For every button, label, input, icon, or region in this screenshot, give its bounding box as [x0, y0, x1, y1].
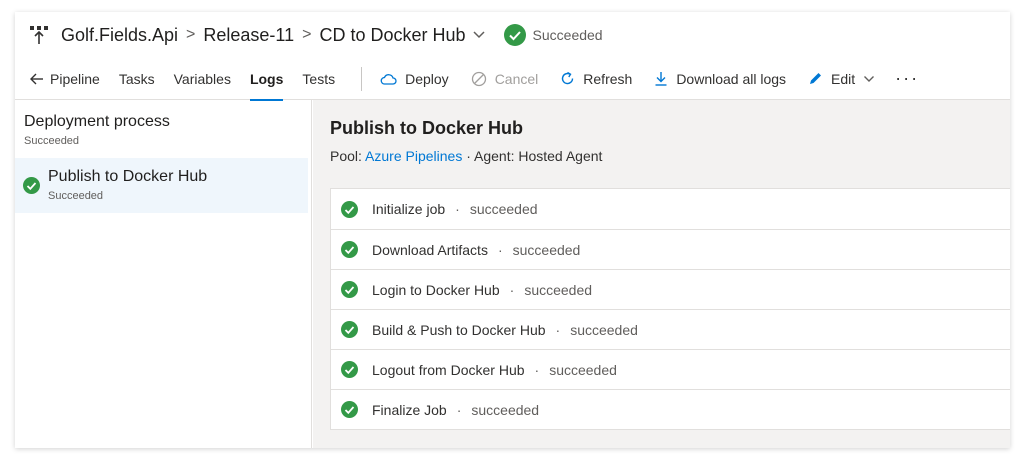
tab-tasks[interactable]: Tasks	[119, 58, 155, 100]
cancel-button[interactable]: Cancel	[471, 70, 539, 87]
toolbar: Pipeline Tasks Variables Logs Tests Depl…	[15, 58, 1010, 101]
refresh-label: Refresh	[583, 70, 633, 87]
tab-tests[interactable]: Tests	[302, 58, 335, 100]
separator-dot: ·	[555, 321, 561, 338]
step-name: Logout from Docker Hub	[372, 361, 525, 378]
agent-text: · Agent: Hosted Agent	[466, 148, 603, 164]
tab-variables[interactable]: Variables	[174, 58, 231, 100]
refresh-icon	[562, 71, 574, 85]
step-name: Initialize job	[372, 201, 446, 217]
steps-list: Initialize job · succeeded Download Arti…	[330, 188, 1010, 430]
step-status: succeeded	[549, 361, 617, 378]
refresh-button[interactable]: Refresh	[560, 71, 632, 87]
edit-button[interactable]: Edit	[808, 71, 875, 87]
download-icon	[655, 72, 667, 86]
deployment-process-title[interactable]: Deployment process	[24, 113, 170, 131]
job-item-publish[interactable]: Publish to Docker Hub Succeeded	[15, 158, 308, 213]
pool-label: Pool:	[330, 148, 362, 164]
deployment-process-panel: Deployment process Succeeded Publish to …	[15, 100, 312, 448]
job-title: Publish to Docker Hub	[48, 168, 208, 185]
breadcrumb-project[interactable]: Golf.Fields.Api	[61, 25, 178, 46]
toolbar-divider	[361, 66, 363, 91]
list-item[interactable]: Finalize Job · succeeded	[331, 389, 1010, 429]
job-details-panel: Publish to Docker Hub Pool: Azure Pipeli…	[313, 100, 1010, 448]
separator-dot: ·	[497, 241, 503, 258]
list-item[interactable]: Logout from Docker Hub · succeeded	[331, 349, 1010, 389]
list-item[interactable]: Initialize job · succeeded	[331, 189, 1010, 229]
pencil-icon	[810, 73, 822, 84]
download-all-logs-button[interactable]: Download all logs	[654, 71, 786, 87]
step-status: succeeded	[471, 401, 540, 418]
step-status: succeeded	[512, 241, 581, 258]
release-logs-window: Golf.Fields.Api > Release-11 > CD to Doc…	[15, 12, 1010, 448]
cloud-icon	[380, 73, 397, 85]
step-name: Login to Docker Hub	[372, 281, 500, 298]
edit-label: Edit	[831, 70, 856, 87]
job-details-title: Publish to Docker Hub	[330, 118, 524, 138]
step-name: Download Artifacts	[372, 241, 488, 258]
list-item[interactable]: Build & Push to Docker Hub · succeeded	[331, 309, 1010, 349]
chevron-down-icon	[864, 75, 875, 82]
success-check-icon	[341, 200, 358, 218]
pool-link[interactable]: Azure Pipelines	[365, 148, 462, 164]
chevron-right-icon: >	[186, 26, 196, 43]
step-status: succeeded	[469, 201, 538, 217]
separator-dot: ·	[455, 201, 460, 217]
separator-dot: ·	[534, 361, 540, 378]
back-arrow-icon	[30, 73, 44, 85]
separator-dot: ·	[456, 401, 462, 418]
chevron-down-icon[interactable]	[472, 30, 486, 40]
release-pipeline-icon	[27, 23, 51, 47]
tab-pipeline[interactable]: Pipeline	[30, 58, 100, 100]
chevron-right-icon: >	[302, 26, 312, 43]
status-text: Succeeded	[532, 27, 603, 43]
breadcrumb-release[interactable]: Release-11	[203, 25, 294, 46]
cancel-label: Cancel	[494, 70, 539, 87]
success-check-icon	[341, 321, 358, 338]
list-item[interactable]: Login to Docker Hub · succeeded	[331, 269, 1010, 309]
job-pool-info: Pool: Azure Pipelines · Agent: Hosted Ag…	[330, 148, 602, 164]
separator-dot: ·	[509, 281, 515, 298]
success-check-icon	[341, 281, 358, 298]
cancel-icon	[471, 71, 486, 86]
status-badge: Succeeded	[503, 24, 603, 46]
job-status: Succeeded	[48, 190, 104, 202]
deployment-process-status: Succeeded	[24, 135, 80, 147]
success-check-icon	[341, 241, 358, 258]
list-item[interactable]: Download Artifacts · succeeded	[331, 229, 1010, 269]
step-status: succeeded	[524, 281, 593, 298]
breadcrumb: Golf.Fields.Api > Release-11 > CD to Doc…	[15, 12, 1010, 58]
success-check-icon	[23, 177, 40, 194]
step-status: succeeded	[570, 321, 638, 338]
step-name: Build & Push to Docker Hub	[372, 321, 546, 338]
success-check-icon	[341, 361, 358, 378]
step-name: Finalize Job	[372, 401, 447, 418]
deploy-label: Deploy	[405, 70, 449, 87]
deploy-button[interactable]: Deploy	[380, 71, 449, 87]
success-check-icon	[503, 24, 526, 46]
more-options-icon[interactable]: ···	[895, 68, 919, 89]
download-label: Download all logs	[676, 70, 787, 87]
tab-logs[interactable]: Logs	[249, 58, 284, 101]
tab-pipeline-label: Pipeline	[50, 70, 100, 87]
breadcrumb-stage[interactable]: CD to Docker Hub	[319, 25, 465, 46]
success-check-icon	[341, 401, 358, 418]
